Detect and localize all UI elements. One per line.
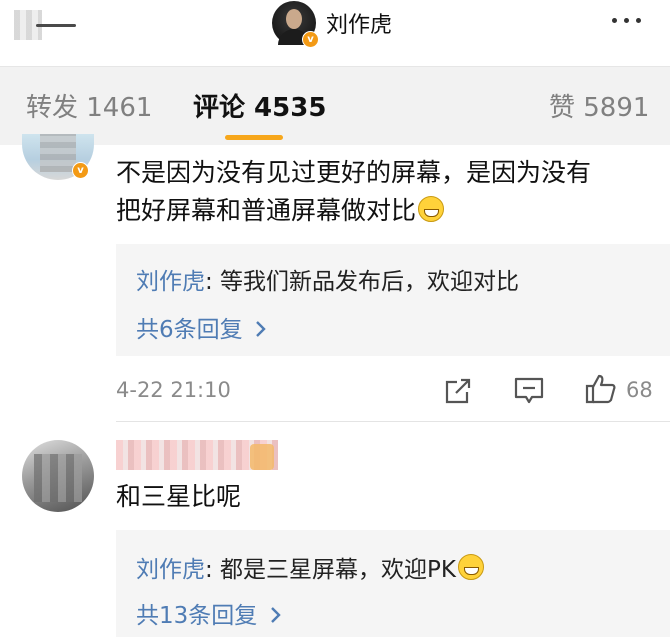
- member-badge-icon: [250, 444, 274, 470]
- title-group[interactable]: v 刘作虎: [272, 0, 393, 48]
- chevron-right-icon: [256, 321, 266, 337]
- view-replies-link[interactable]: 共13条回复: [136, 596, 283, 630]
- verified-badge-icon: v: [302, 31, 319, 48]
- dot: [612, 18, 617, 23]
- tab-likes[interactable]: 赞 5891: [549, 87, 649, 124]
- back-button[interactable]: [14, 8, 76, 44]
- view-replies-label: 共6条回复: [136, 317, 243, 343]
- tab-repost[interactable]: 转发 1461: [26, 87, 152, 124]
- tab-bar: 转发 1461 评论 4535 赞 5891: [0, 66, 670, 145]
- reply-text: : 都是三星屏幕，欢迎PK: [205, 557, 457, 583]
- comment-text-line2: 把好屏幕和普通屏幕做对比: [116, 192, 445, 230]
- reply-preview-box[interactable]: 刘作虎: 等我们新品发布后，欢迎对比 共6条回复: [116, 244, 670, 356]
- reply-line: 刘作虎: 都是三星屏幕，欢迎PK: [136, 550, 485, 584]
- reply-preview-box[interactable]: 刘作虎: 都是三星屏幕，欢迎PK 共13条回复: [116, 530, 670, 637]
- comment-timestamp: 4-22 21:10: [116, 378, 231, 402]
- like-count: 68: [626, 378, 653, 402]
- view-replies-link[interactable]: 共6条回复: [136, 310, 268, 344]
- commenter-avatar[interactable]: [22, 440, 94, 512]
- reply-author-link[interactable]: 刘作虎: [136, 269, 205, 295]
- comment-text-content: 把好屏幕和普通屏幕做对比: [116, 196, 417, 225]
- verified-badge-icon: v: [72, 162, 89, 179]
- tab-comments[interactable]: 评论 4535: [193, 87, 326, 124]
- reply-text: : 等我们新品发布后，欢迎对比: [205, 269, 520, 295]
- like-thumb-icon[interactable]: [584, 373, 618, 405]
- comment-text: 不是因为没有见过更好的屏幕，是因为没有: [116, 158, 592, 187]
- dot: [624, 18, 629, 23]
- laughing-emoji-icon: [418, 196, 445, 222]
- reply-author-link[interactable]: 刘作虎: [136, 557, 205, 583]
- avatar-face: [286, 9, 302, 29]
- share-icon[interactable]: [443, 376, 473, 406]
- more-dots-icon[interactable]: [612, 18, 641, 23]
- page-title: 刘作虎: [326, 13, 393, 38]
- top-nav-bar: v 刘作虎: [0, 0, 670, 66]
- back-arrow-icon: [36, 24, 76, 27]
- comment-text: 和三星比呢: [116, 482, 242, 511]
- active-tab-indicator: [225, 135, 283, 140]
- reply-line: 刘作虎: 等我们新品发布后，欢迎对比: [136, 262, 519, 296]
- view-replies-label: 共13条回复: [136, 603, 258, 629]
- pixelated-avatar: [40, 134, 76, 172]
- chevron-right-icon: [270, 607, 281, 623]
- author-avatar[interactable]: v: [272, 1, 319, 48]
- divider: [116, 421, 670, 422]
- pixelated-avatar: [34, 454, 82, 502]
- grinning-emoji-icon: [458, 554, 485, 580]
- comment-icon[interactable]: [513, 376, 545, 406]
- dot: [636, 18, 641, 23]
